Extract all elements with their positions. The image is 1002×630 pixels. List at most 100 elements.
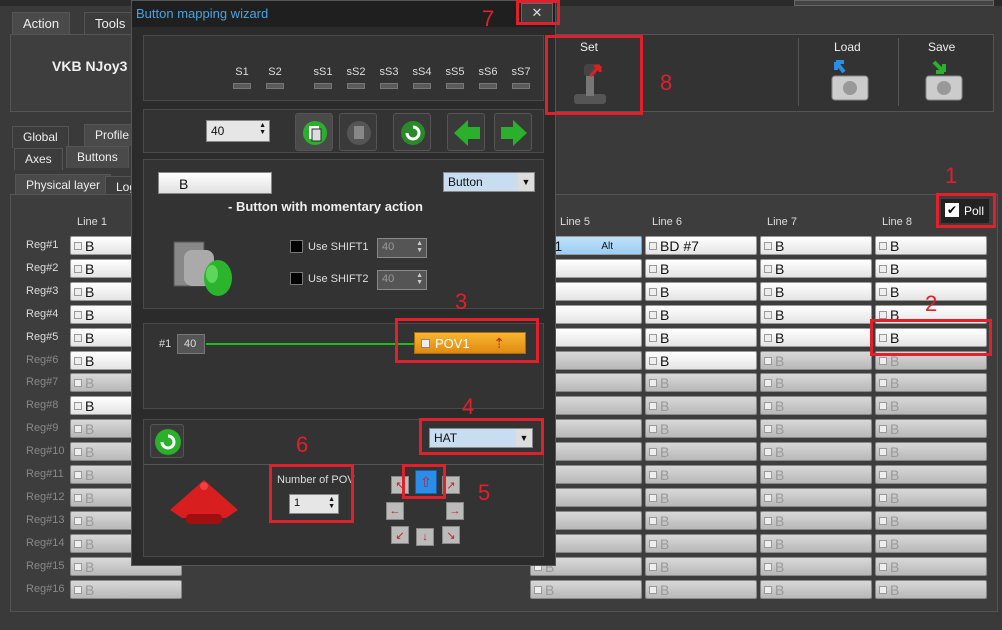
cell-label: B	[85, 513, 95, 529]
shift1-value-stepper[interactable]: 40 ▲ ▼	[377, 238, 427, 258]
refresh-button[interactable]	[393, 113, 431, 151]
button-cell[interactable]: BD #7	[645, 236, 757, 255]
button-cell[interactable]: B	[645, 373, 757, 392]
shift-toggle-s1[interactable]	[233, 83, 251, 89]
button-cell[interactable]: B	[645, 534, 757, 553]
button-cell[interactable]: B	[70, 580, 182, 599]
button-cell[interactable]: B	[875, 236, 987, 255]
shift-toggle-ss1[interactable]	[314, 83, 332, 89]
shift-toggle-ss6[interactable]	[479, 83, 497, 89]
cell-label: B	[660, 559, 670, 575]
shift-toggle-s2[interactable]	[266, 83, 284, 89]
pov-direction-left[interactable]: ←	[386, 502, 404, 520]
button-cell[interactable]: B	[875, 373, 987, 392]
toolbar-save-button[interactable]: Save	[914, 38, 974, 108]
pov-direction-right[interactable]: →	[446, 502, 464, 520]
button-number-stepper[interactable]: 40 ▲ ▼	[206, 120, 270, 142]
button-cell[interactable]: B	[760, 419, 872, 438]
button-cell[interactable]: B	[875, 534, 987, 553]
shift-toggle-ss3[interactable]	[380, 83, 398, 89]
pov-direction-down-left[interactable]: ↙	[391, 526, 409, 544]
reset-pov-button[interactable]	[150, 424, 184, 458]
button-cell[interactable]: B	[645, 511, 757, 530]
button-cell[interactable]: B	[875, 488, 987, 507]
cell-label: BD #7	[660, 238, 699, 254]
button-cell[interactable]: B	[875, 396, 987, 415]
cell-label: B	[85, 307, 95, 323]
shift-toggle-ss7[interactable]	[512, 83, 530, 89]
button-cell[interactable]: B	[875, 259, 987, 278]
button-cell[interactable]: B	[645, 282, 757, 301]
button-cell[interactable]: B	[760, 259, 872, 278]
button-cell[interactable]: B	[530, 580, 642, 599]
button-cell[interactable]: B	[645, 557, 757, 576]
map-source-value: 40	[177, 334, 205, 354]
use-shift2-checkbox[interactable]	[290, 272, 303, 285]
button-cell[interactable]: B	[760, 328, 872, 347]
previous-button[interactable]	[447, 113, 485, 151]
button-cell[interactable]: B	[760, 351, 872, 370]
row-label: Reg#1	[26, 239, 59, 251]
cell-checkbox	[74, 402, 82, 410]
next-button[interactable]	[494, 113, 532, 151]
button-cell[interactable]: B	[760, 373, 872, 392]
shift2-value-stepper[interactable]: 40 ▲ ▼	[377, 270, 427, 290]
type-select[interactable]: Button ▼	[443, 172, 535, 192]
button-name-field[interactable]: B	[158, 172, 272, 194]
button-info-panel: B Button ▼ - Button with momentary actio…	[143, 159, 544, 309]
button-cell[interactable]: B	[760, 557, 872, 576]
button-cell[interactable]: B	[875, 580, 987, 599]
button-cell[interactable]: B	[760, 442, 872, 461]
button-cell[interactable]: B	[645, 328, 757, 347]
button-cell[interactable]: B	[645, 580, 757, 599]
cell-checkbox	[764, 425, 772, 433]
cell-label: B	[890, 398, 900, 414]
button-cell[interactable]: B	[645, 351, 757, 370]
shift-toggle-ss5[interactable]	[446, 83, 464, 89]
cell-checkbox	[74, 265, 82, 273]
button-cell[interactable]: B	[760, 534, 872, 553]
tab-tools[interactable]: Tools	[84, 12, 137, 34]
tab-action[interactable]: Action	[12, 12, 71, 34]
toolbar-load-button[interactable]: Load	[820, 38, 880, 108]
cell-label: B	[660, 490, 670, 506]
cell-checkbox	[649, 311, 657, 319]
shift-toggle-ss2[interactable]	[347, 83, 365, 89]
button-cell[interactable]: B	[645, 419, 757, 438]
button-cell[interactable]: B	[760, 236, 872, 255]
button-cell[interactable]: B	[645, 305, 757, 324]
button-cell[interactable]: B	[760, 305, 872, 324]
paste-button[interactable]	[339, 113, 377, 151]
button-cell[interactable]: B	[875, 465, 987, 484]
paste-icon	[347, 121, 371, 145]
copy-button[interactable]	[295, 113, 333, 151]
button-cell[interactable]: B	[645, 465, 757, 484]
button-cell[interactable]: B	[645, 488, 757, 507]
button-cell[interactable]: B	[645, 259, 757, 278]
button-cell[interactable]: B	[645, 442, 757, 461]
button-cell[interactable]: B	[760, 396, 872, 415]
button-cell[interactable]: B	[875, 511, 987, 530]
tab-global[interactable]: Global	[12, 126, 69, 148]
tab-physical-layer[interactable]: Physical layer	[15, 174, 112, 196]
button-cell[interactable]: B	[760, 465, 872, 484]
button-cell[interactable]: B	[760, 511, 872, 530]
arrow-left-icon	[454, 120, 480, 146]
button-cell[interactable]: B	[875, 442, 987, 461]
tab-axes[interactable]: Axes	[14, 148, 63, 170]
pov-direction-down-right[interactable]: ↘	[442, 526, 460, 544]
button-cell[interactable]: B	[875, 557, 987, 576]
button-cell[interactable]: B	[760, 282, 872, 301]
button-cell[interactable]: B	[645, 396, 757, 415]
shift-toggle-ss4[interactable]	[413, 83, 431, 89]
cell-checkbox	[74, 288, 82, 296]
annotation-box-reg5-line8	[870, 319, 992, 356]
use-shift1-checkbox[interactable]	[290, 240, 303, 253]
tab-buttons[interactable]: Buttons	[66, 146, 129, 168]
pov-direction-down[interactable]: ↓	[416, 528, 434, 546]
button-cell[interactable]: B	[875, 419, 987, 438]
cell-checkbox	[74, 517, 82, 525]
button-cell[interactable]: B	[760, 580, 872, 599]
cell-label: B	[85, 330, 95, 346]
button-cell[interactable]: B	[760, 488, 872, 507]
